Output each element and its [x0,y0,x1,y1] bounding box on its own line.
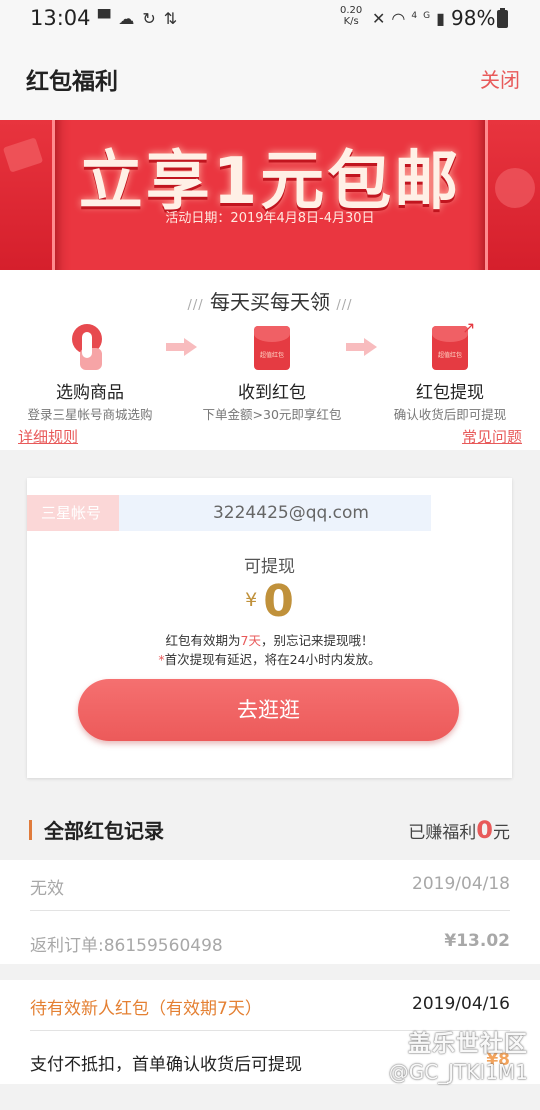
battery-icon [497,8,508,28]
amount-value: 0 [263,576,294,627]
step-withdraw: 超值红包 ↗ 红包提现 确认收货后即可提现 [360,318,540,423]
network-speed-value: 0.20 [340,5,363,16]
step-label: 红包提现 [416,383,484,403]
section-accent-bar [29,820,32,840]
steps-section: /// 每天买每天领 /// 选购商品 登录三星帐号商城选购 超值红包 收到红包… [0,270,540,450]
record-row: 无效 2019/04/18 [30,860,510,916]
message-icon: ▀ [98,9,119,28]
step-select-goods: 选购商品 登录三星帐号商城选购 [0,324,180,423]
divider [30,910,510,911]
red-packet-icon-text: 超值红包 [259,352,284,359]
notification-icons: ▀☁↻⇅ [98,9,185,28]
account-field: 3224425@qq.com [119,495,431,531]
faq-link[interactable]: 常见问题 [462,426,522,447]
watermark-line1: 盖乐世社区 [408,1031,528,1057]
records-title: 全部红包记录 [44,819,164,843]
delay-note-text: 首次提现有延迟，将在24小时内发放。 [164,652,381,667]
earned-suffix: 元 [493,823,510,843]
cloud-upload-icon: ☁ [118,9,143,28]
red-packet-icon: 超值红包 [252,324,292,372]
watermark: 盖乐世社区 @GC_JTKI1M1 [389,1024,528,1084]
step-sub: 下单金额>30元即享红包 [202,407,342,422]
close-button[interactable]: 关闭 [480,64,520,93]
record-status: 无效 [30,879,64,899]
validity-note-prefix: 红包有效期为 [165,633,241,648]
record-date: 2019/04/18 [412,874,510,894]
mute-icon: ✕ [372,9,392,28]
step-sub: 登录三星帐号商城选购 [27,407,153,422]
tap-hand-icon [70,324,110,372]
slogan: /// 每天买每天领 /// [0,286,540,315]
withdrawable-label: 可提现 [244,557,295,577]
record-status: 待有效新人红包（有效期7天） [30,999,262,1019]
earned-value: 0 [476,816,493,844]
step-label: 收到红包 [238,383,306,403]
step-label: 选购商品 [56,383,124,403]
detailed-rules-link[interactable]: 详细规则 [18,426,78,447]
records-header: 全部红包记录 已赚福利0元 [0,800,540,860]
validity-note: 红包有效期为7天，别忘记来提现哦！ [27,630,512,649]
wifi-icon: ◠ [391,9,412,28]
app-header: 红包福利 关闭 [0,38,540,120]
status-time: 13:04 [30,6,91,30]
status-bar: 13:04 ▀☁↻⇅ 0.20 K/s ✕◠4G▮ 98% [0,0,540,38]
record-amount: ¥13.02 [444,931,510,951]
delay-note: *首次提现有延迟，将在24小时内发放。 [27,649,512,668]
red-packet-icon-text: 超值红包 [437,352,462,359]
account-tag: 三星帐号 [27,495,129,531]
network-speed: 0.20 K/s [340,5,362,27]
record-order: 返利订单:86159560498 [30,936,223,956]
record-row: 返利订单:86159560498 ¥13.02 [30,917,510,973]
data-transfer-icon: ⇅ [163,9,186,28]
slogan-text: 每天买每天领 [210,290,330,314]
validity-note-suffix: ，别忘记来提现哦！ [260,633,374,648]
signal-icon: ▮ [436,9,451,28]
record-date: 2019/04/16 [412,994,510,1014]
withdraw-card: 三星帐号 3224425@qq.com 可提现 ¥0 红包有效期为7天，别忘记来… [27,478,512,778]
record-item[interactable]: 无效 2019/04/18 返利订单:86159560498 ¥13.02 [0,860,540,964]
earned-total: 已赚福利0元 [408,816,510,844]
go-shopping-button[interactable]: 去逛逛 [78,679,459,741]
slogan-dash-right: /// [336,298,353,313]
promo-banner[interactable]: 立享1元包邮 活动日期：2019年4月8日-4月30日 [0,120,540,270]
currency-symbol: ¥ [245,589,258,611]
system-icons: ✕◠4G▮ [372,9,451,28]
withdrawable-amount: ¥0 [27,576,512,627]
earned-prefix: 已赚福利 [408,823,477,843]
slogan-dash-left: /// [187,298,204,313]
network-speed-unit: K/s [343,16,359,27]
battery-percent: 98% [451,6,496,30]
step-receive-packet: 超值红包 收到红包 下单金额>30元即享红包 [182,324,362,423]
banner-date: 活动日期：2019年4月8日-4月30日 [165,211,375,226]
sync-icon: ↻ [142,9,164,28]
page-title: 红包福利 [26,69,118,95]
network-type: 4G [411,11,437,21]
step-sub: 确认收货后即可提现 [393,407,507,422]
watermark-line2: @GC_JTKI1M1 [388,1060,528,1084]
record-desc: 支付不抵扣，首单确认收货后可提现 [30,1055,302,1075]
validity-days: 7天 [240,633,261,648]
red-packet-withdraw-icon: 超值红包 ↗ [430,318,475,372]
